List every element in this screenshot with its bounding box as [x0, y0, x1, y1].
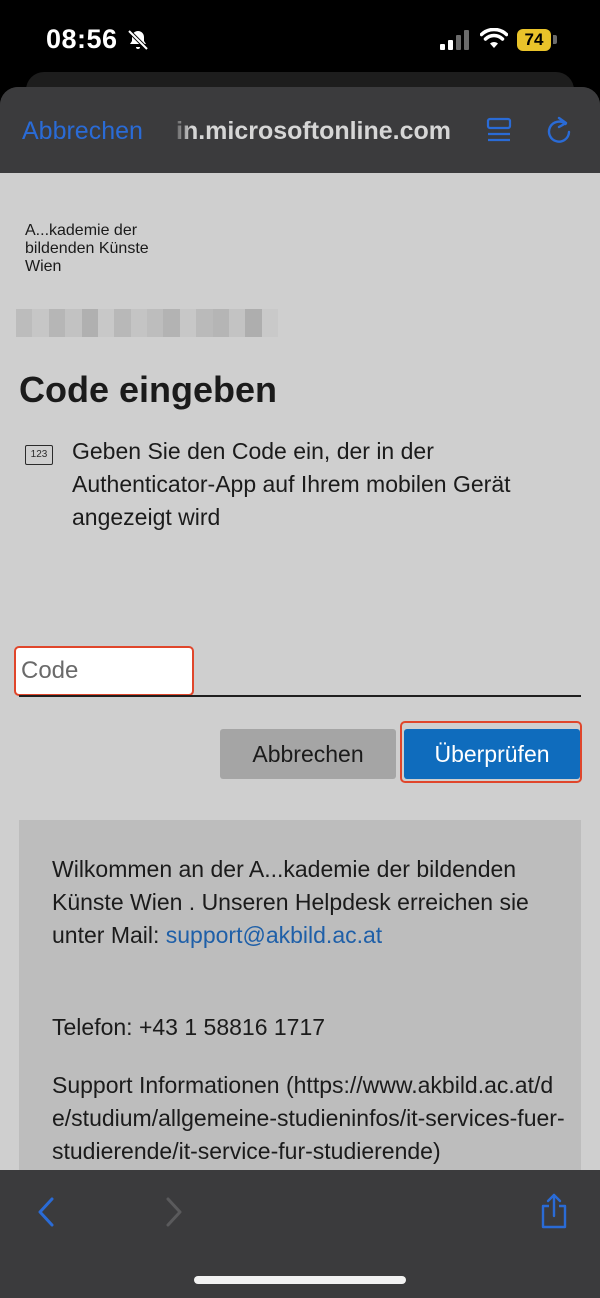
cellular-signal-icon [440, 30, 469, 50]
input-underline [19, 695, 581, 697]
logo-line: A...kademie der [25, 222, 138, 239]
back-arrow-icon[interactable] [36, 1196, 56, 1228]
forward-arrow-icon[interactable] [164, 1196, 184, 1228]
support-email-link[interactable]: support@akbild.ac.at [166, 922, 382, 948]
home-indicator[interactable] [194, 1276, 406, 1284]
status-bar: 08:56 74 [0, 0, 600, 80]
code-input[interactable] [14, 646, 194, 696]
wifi-icon [480, 28, 508, 48]
web-page: A...kademie der bildenden Künste Wien Co… [0, 173, 600, 1232]
browser-toolbar: Abbrechen in.microsoftonline.com [0, 87, 600, 173]
support-info-text: Support Informationen (https://www.akbil… [52, 1069, 567, 1168]
phone-text: Telefon: +43 1 58816 1717 [52, 1014, 326, 1040]
page-title: Code eingeben [19, 369, 278, 410]
institution-logo: A...kademie der bildenden Künste Wien [25, 222, 149, 276]
share-icon[interactable] [538, 1192, 570, 1230]
url-label: in.microsoftonline.com [176, 117, 452, 145]
reader-mode-icon[interactable] [486, 117, 512, 145]
logo-line: Wien [25, 258, 62, 275]
browser-sheet: Abbrechen in.microsoftonline.com A...kad… [0, 87, 600, 1298]
battery-tip [553, 35, 557, 44]
logo-line: bildenden Künste [25, 240, 149, 257]
instruction-text: Geben Sie den Code ein, der in der Authe… [72, 438, 511, 530]
bell-muted-icon [127, 29, 149, 51]
reload-icon[interactable] [545, 115, 573, 145]
status-time: 08:56 [46, 24, 118, 54]
browser-cancel-button[interactable]: Abbrechen [22, 117, 143, 146]
welcome-text: Wilkommen an der A...kademie der bildend… [52, 853, 567, 952]
support-title: Support Informationen [52, 1072, 280, 1098]
redacted-account-name [16, 309, 278, 337]
url-fade [170, 111, 192, 151]
battery-indicator: 74 [517, 29, 551, 51]
code-entry-icon: 123 [25, 445, 53, 465]
verify-button[interactable]: Überprüfen [404, 729, 580, 779]
cancel-button[interactable]: Abbrechen [220, 729, 396, 779]
